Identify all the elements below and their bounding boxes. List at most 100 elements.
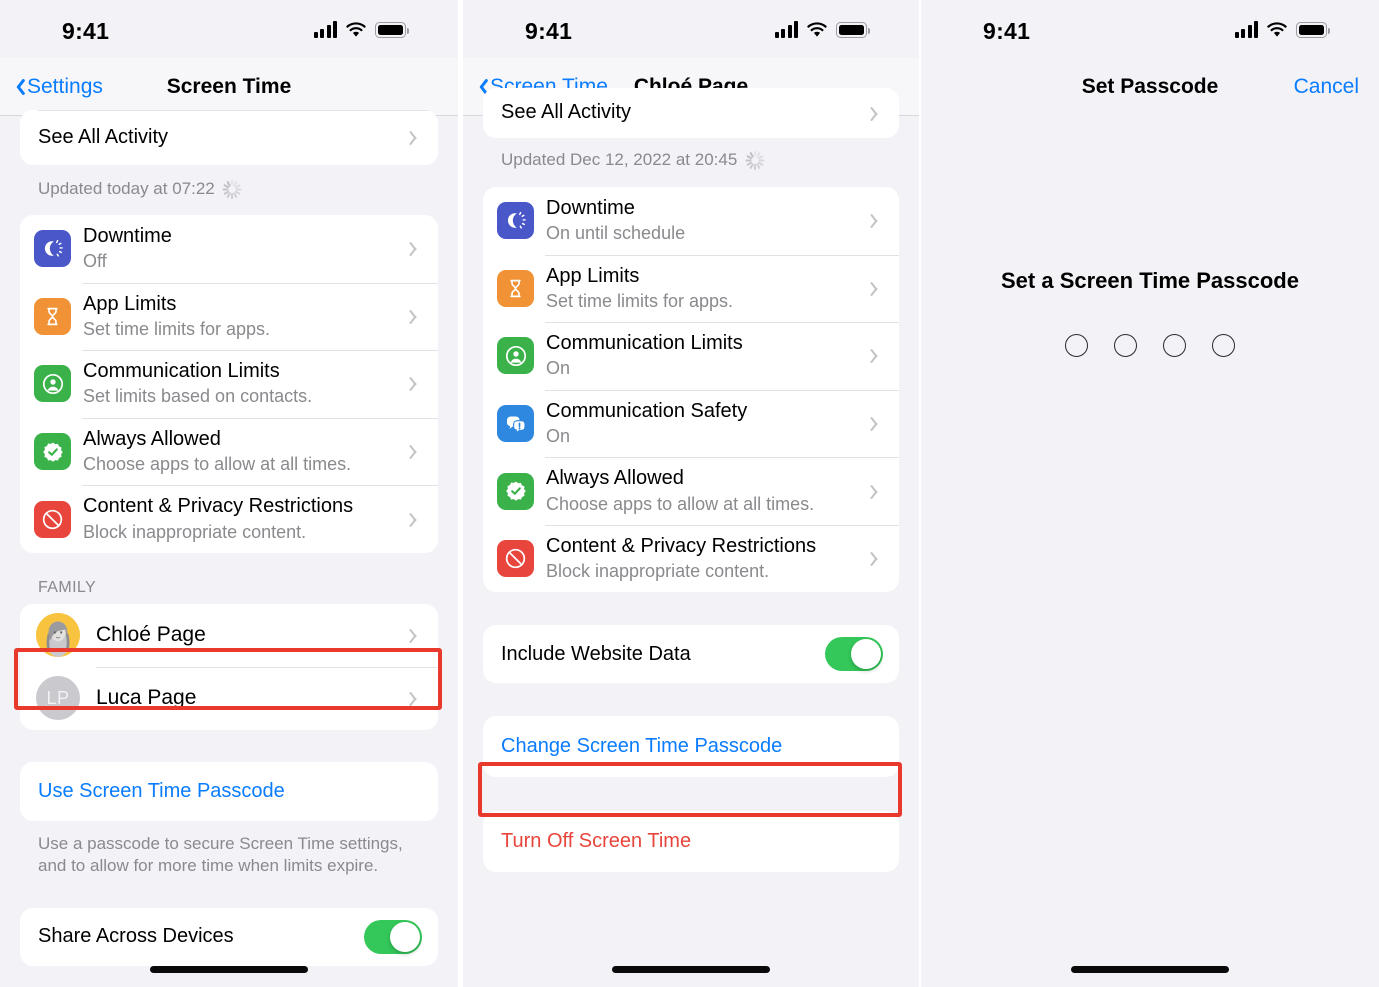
- scroll-content: See All Activity Updated Dec 12, 2022 at…: [463, 88, 919, 873]
- row-see-all-activity[interactable]: See All Activity: [20, 110, 438, 165]
- home-indicator: [612, 966, 770, 973]
- row-content-privacy-restrictions[interactable]: Content & Privacy Restrictions Block ina…: [483, 524, 899, 593]
- row-divider: [38, 110, 438, 111]
- status-bar: 9:41: [921, 0, 1379, 58]
- cellular-bars-icon: [313, 21, 337, 38]
- row-always-allowed[interactable]: Always Allowed Choose apps to allow at a…: [483, 457, 899, 525]
- passcode-dots[interactable]: [921, 334, 1379, 357]
- chevron-right-icon: [412, 129, 422, 146]
- screen-time-settings-card: Downtime On until schedule App Limits Se…: [483, 187, 899, 593]
- row-divider: [82, 417, 438, 419]
- chevron-right-icon: [412, 627, 422, 644]
- row-title: Communication Safety: [546, 399, 748, 422]
- chevron-left-icon: [12, 77, 23, 96]
- row-content-privacy-restrictions[interactable]: Content & Privacy Restrictions Block ina…: [20, 485, 438, 553]
- person-circle-icon: [34, 365, 71, 403]
- updated-status: Updated Dec 12, 2022 at 20:45: [463, 138, 919, 170]
- row-title: See All Activity: [501, 101, 632, 124]
- row-communication-limits[interactable]: Communication Limits Set limits based on…: [20, 350, 438, 418]
- row-subtitle: Block inappropriate content.: [83, 521, 307, 542]
- row-title: App Limits: [546, 264, 640, 287]
- row-app-limits[interactable]: App Limits Set time limits for apps.: [20, 282, 438, 351]
- status-bar-indicators: [774, 21, 870, 38]
- phone-screen-screen-time: 9:41 Settings Screen Time See All Activi…: [0, 0, 458, 987]
- share-across-devices-toggle[interactable]: [364, 919, 422, 954]
- no-entry-icon: [34, 500, 71, 538]
- battery-full-icon: [375, 22, 409, 38]
- status-bar: 9:41: [463, 0, 919, 58]
- chevron-right-icon: [873, 483, 883, 500]
- activity-card: See All Activity: [483, 88, 899, 138]
- row-communication-safety[interactable]: Communication Safety On: [483, 389, 899, 458]
- row-communication-limits[interactable]: Communication Limits On: [483, 322, 899, 390]
- row-subtitle: Set time limits for apps.: [546, 290, 734, 311]
- chevron-right-icon: [873, 212, 883, 229]
- row-family-luca-page[interactable]: LP Luca Page: [20, 666, 438, 730]
- wifi-icon: [806, 21, 828, 38]
- row-downtime[interactable]: Downtime On until schedule: [483, 187, 899, 255]
- three-phone-screenshots: 9:41 Settings Screen Time See All Activi…: [0, 0, 1379, 987]
- battery-full-icon: [1296, 22, 1330, 38]
- share-across-devices-card: Share Across Devices: [20, 907, 438, 966]
- chevron-right-icon: [873, 347, 883, 364]
- row-subtitle: Off: [83, 251, 107, 272]
- screen-time-settings-card: Downtime Off App Limits Set time limits …: [20, 215, 438, 553]
- row-title: Always Allowed: [546, 467, 684, 490]
- row-subtitle: Set time limits for apps.: [83, 318, 271, 339]
- row-share-across-devices[interactable]: Share Across Devices: [20, 908, 438, 966]
- row-app-limits[interactable]: App Limits Set time limits for apps.: [483, 254, 899, 323]
- row-always-allowed[interactable]: Always Allowed Choose apps to allow at a…: [20, 417, 438, 486]
- family-card: Chloé Page LP Luca Page: [20, 603, 438, 730]
- row-divider: [545, 389, 899, 391]
- phone-screen-chloe-page: 9:41 Screen Time Chloé Page See All Acti…: [463, 0, 919, 987]
- include-website-data-toggle[interactable]: [825, 637, 883, 672]
- row-subtitle: Choose apps to allow at all times.: [546, 493, 815, 514]
- row-divider: [545, 457, 899, 458]
- row-subtitle: Choose apps to allow at all times.: [83, 453, 352, 474]
- avatar-initials: LP: [46, 687, 70, 708]
- home-indicator: [150, 966, 308, 973]
- home-indicator: [1071, 966, 1229, 973]
- row-title: Share Across Devices: [38, 925, 234, 948]
- loading-spinner-icon: [745, 150, 765, 170]
- turn-off-screen-time-button[interactable]: Turn Off Screen Time: [483, 811, 899, 873]
- back-button-label: Settings: [27, 74, 103, 98]
- passcode-dot: [1212, 334, 1235, 357]
- nav-bar: Set Passcode Cancel: [921, 58, 1379, 116]
- row-title: Communication Limits: [546, 332, 743, 355]
- row-divider: [96, 666, 438, 668]
- status-bar-indicators: [313, 21, 409, 38]
- row-title: Content & Privacy Restrictions: [83, 495, 354, 518]
- use-screen-time-passcode-button[interactable]: Use Screen Time Passcode: [20, 761, 438, 821]
- chevron-right-icon: [412, 240, 422, 257]
- row-subtitle: Set limits based on contacts.: [83, 386, 313, 407]
- row-downtime[interactable]: Downtime Off: [20, 215, 438, 283]
- wifi-icon: [1266, 21, 1288, 38]
- row-subtitle: On until schedule: [546, 223, 686, 244]
- status-bar-time: 9:41: [983, 18, 1031, 44]
- cancel-button[interactable]: Cancel: [1294, 75, 1359, 99]
- row-divider: [82, 350, 438, 351]
- row-subtitle: On: [546, 425, 571, 446]
- chevron-right-icon: [873, 105, 883, 122]
- family-member-name: Chloé Page: [96, 623, 206, 647]
- chevron-right-icon: [873, 550, 883, 567]
- chevron-right-icon: [412, 375, 422, 392]
- row-subtitle: On: [546, 358, 571, 379]
- chevron-right-icon: [412, 511, 422, 528]
- avatar: [36, 613, 80, 658]
- cellular-bars-icon: [774, 21, 798, 38]
- section-header-family: Family: [38, 578, 97, 596]
- back-button-settings[interactable]: Settings: [12, 75, 103, 99]
- include-website-data-card: Include Website Data: [483, 625, 899, 684]
- row-include-website-data[interactable]: Include Website Data: [483, 625, 899, 683]
- row-family-chloe-page[interactable]: Chloé Page: [20, 604, 438, 667]
- wifi-icon: [345, 21, 367, 38]
- hourglass-icon: [34, 297, 71, 335]
- downtime-moon-icon: [34, 230, 71, 268]
- change-screen-time-passcode-button[interactable]: Change Screen Time Passcode: [483, 716, 899, 778]
- passcode-content: Set a Screen Time Passcode: [921, 268, 1379, 357]
- row-title: App Limits: [83, 292, 177, 315]
- row-title: Downtime: [83, 225, 172, 247]
- row-see-all-activity[interactable]: See All Activity: [483, 88, 899, 138]
